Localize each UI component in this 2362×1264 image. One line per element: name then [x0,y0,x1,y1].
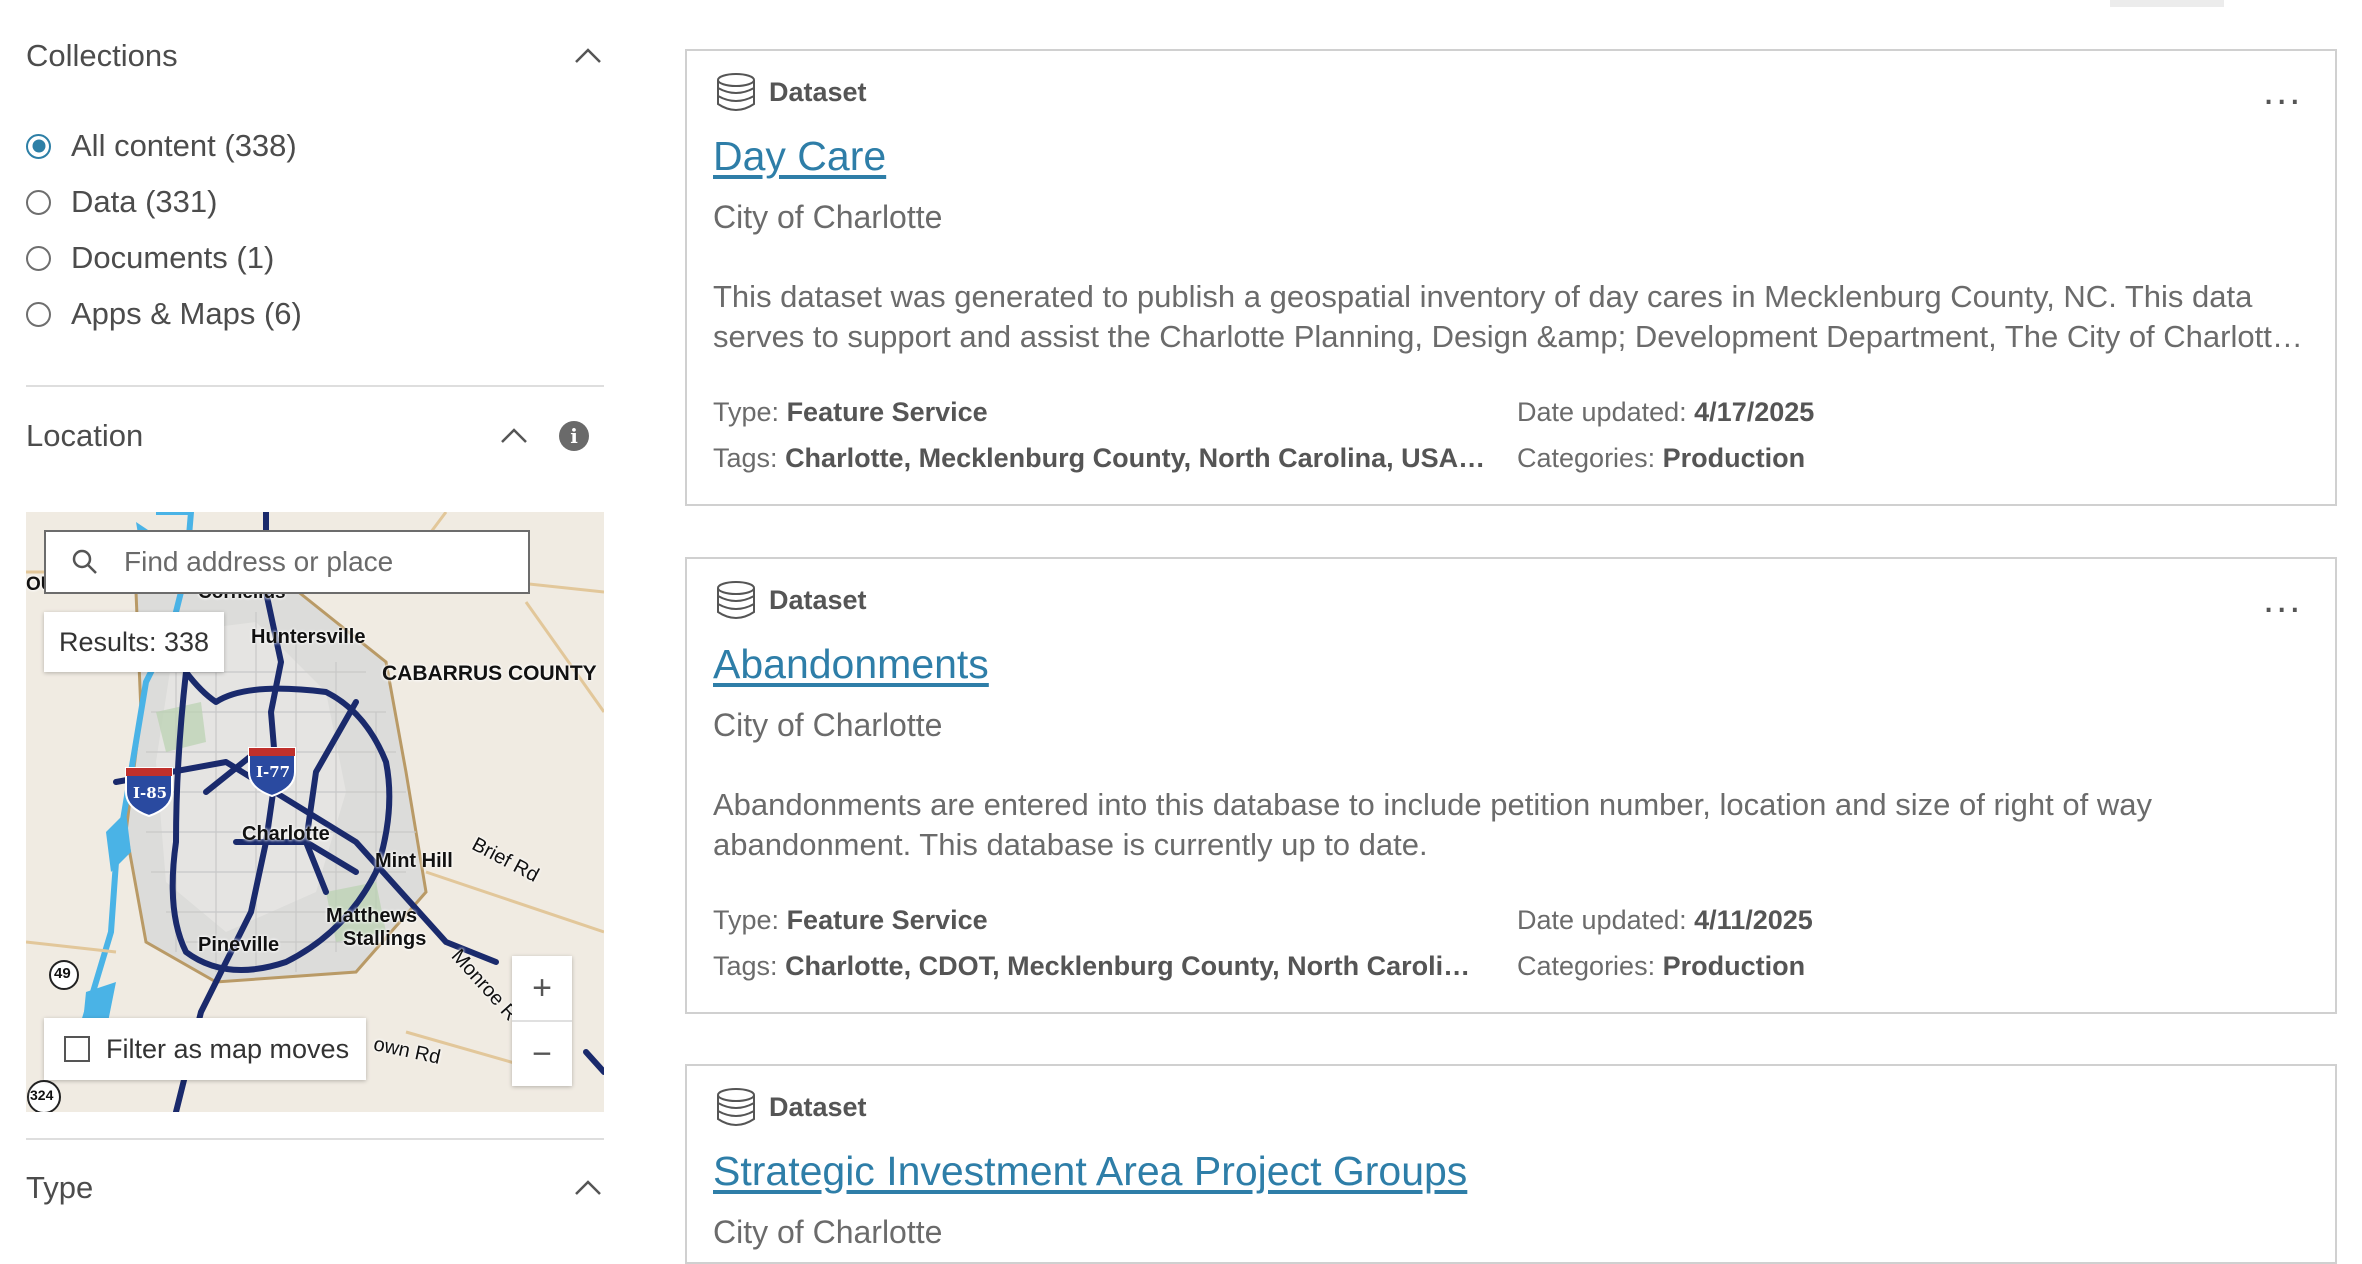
type-title: Type [26,1170,94,1205]
meta-value: 4/11/2025 [1694,905,1813,935]
card-owner: City of Charlotte [713,1214,943,1250]
meta-value: Charlotte, CDOT, Mecklenburg County, Nor… [785,951,1471,981]
map-label-route-49: 49 [54,965,71,982]
card-type-meta: Type: Feature Service [713,905,1493,936]
collection-option-label: All content (338) [71,128,297,163]
search-icon [72,549,97,574]
meta-label: Type: [713,397,780,427]
card-description: This dataset was generated to publish a … [713,279,2290,354]
meta-label: Categories: [1517,951,1656,981]
filter-label: Filter as map moves [106,1033,350,1064]
chevron-up-icon[interactable] [570,38,606,74]
meta-value: Charlotte, Mecklenburg County, North Car… [785,443,1486,473]
card-categories-meta: Categories: Production [1517,443,2297,474]
map-label-stallings: Stallings [343,928,427,950]
database-icon [717,1088,755,1126]
radio-button[interactable] [26,245,51,271]
location-header[interactable]: Location i [26,410,606,462]
zoom-in-button[interactable]: + [512,956,572,1020]
collections-title: Collections [26,38,178,73]
card-categories-meta: Categories: Production [1517,951,2297,982]
collection-option-all[interactable]: All content (338) [26,118,606,174]
card-title-link[interactable]: Day Care [713,133,886,180]
collections-header[interactable]: Collections [26,30,606,82]
item-type-label: Dataset [769,584,867,615]
database-icon [717,73,755,111]
radio-button[interactable] [26,301,51,327]
meta-label: Categories: [1517,443,1656,473]
meta-label: Tags: [713,443,778,473]
result-card: Dataset Strategic Investment Area Projec… [685,1064,2337,1264]
collection-option-documents[interactable]: Documents (1) [26,230,606,286]
map-label-route-324: 324 [30,1087,54,1103]
map-label-cabarrus-county: CABARRUS COUNTY [382,662,597,685]
meta-value: 4/17/2025 [1694,397,1815,427]
map-label-i85: I-85 [133,784,168,802]
card-date-meta: Date updated: 4/17/2025 [1517,397,2297,428]
map-label-matthews: Matthews [326,905,418,927]
card-date-meta: Date updated: 4/11/2025 [1517,905,2297,936]
type-header[interactable]: Type [26,1162,606,1214]
item-type-label: Dataset [769,1091,867,1122]
result-card: Dataset ... Day Care City of Charlotte T… [685,49,2337,506]
meta-value: Feature Service [786,397,988,427]
item-type: Dataset [715,579,867,621]
map-label-mint-hill: Mint Hill [375,850,453,872]
meta-label: Date updated: [1517,397,1687,427]
collection-option-label: Documents (1) [71,240,275,275]
collections-section: Collections All content (338) Data (331)… [26,30,606,342]
sidebar-divider [26,1138,604,1140]
meta-value: Production [1662,443,1806,473]
meta-label: Type: [713,905,780,935]
meta-label: Tags: [713,951,778,981]
map-search-box[interactable]: Find address or place [44,530,530,594]
sidebar-divider [26,385,604,387]
results-label: Results: 338 [58,626,210,657]
item-type: Dataset [715,71,867,113]
item-type-label: Dataset [769,76,867,107]
filter-as-map-moves[interactable]: Filter as map moves [44,1018,366,1080]
collections-options: All content (338) Data (331) Documents (… [26,118,606,342]
card-title-link[interactable]: Strategic Investment Area Project Groups [713,1148,1467,1195]
map-label-charlotte: Charlotte [242,823,330,845]
map-search-placeholder: Find address or place [124,546,394,577]
card-type-meta: Type: Feature Service [713,397,1493,428]
card-title-link[interactable]: Abandonments [713,641,989,688]
chevron-up-icon[interactable] [570,1170,606,1206]
map-label-pineville: Pineville [198,934,280,956]
card-tags-meta: Tags: Charlotte, CDOT, Mecklenburg Count… [713,951,1503,982]
card-owner: City of Charlotte [713,199,943,235]
collection-option-apps-maps[interactable]: Apps & Maps (6) [26,286,606,342]
map-results-count: Results: 338 [44,612,224,672]
location-title: Location [26,418,144,453]
location-map[interactable]: OU Cornelius Huntersville CABARRUS COUNT… [26,512,604,1112]
info-icon[interactable]: i [559,421,589,451]
filter-checkbox[interactable] [64,1036,90,1062]
database-icon [717,581,755,619]
collection-option-label: Data (331) [71,184,218,219]
zoom-control: + − [512,956,572,1086]
card-owner: City of Charlotte [713,707,943,743]
collection-option-data[interactable]: Data (331) [26,174,606,230]
more-options-icon[interactable]: ... [2263,71,2302,111]
meta-label: Date updated: [1517,905,1687,935]
map-label-i77: I-77 [256,763,291,781]
meta-value: Production [1662,951,1806,981]
chevron-up-icon[interactable] [496,418,532,454]
card-description: Abandonments are entered into this datab… [713,787,2152,862]
result-card: Dataset ... Abandonments City of Charlot… [685,557,2337,1014]
zoom-out-button[interactable]: − [512,1022,572,1086]
card-tags-meta: Tags: Charlotte, Mecklenburg County, Nor… [713,443,1503,474]
meta-value: Feature Service [786,905,988,935]
top-toolbar-fragment [2110,0,2224,7]
map-label-huntersville: Huntersville [251,626,366,648]
more-options-icon[interactable]: ... [2263,579,2302,619]
item-type: Dataset [715,1086,867,1128]
radio-button-selected[interactable] [26,133,51,159]
collection-option-label: Apps & Maps (6) [71,296,302,331]
radio-button[interactable] [26,189,51,215]
